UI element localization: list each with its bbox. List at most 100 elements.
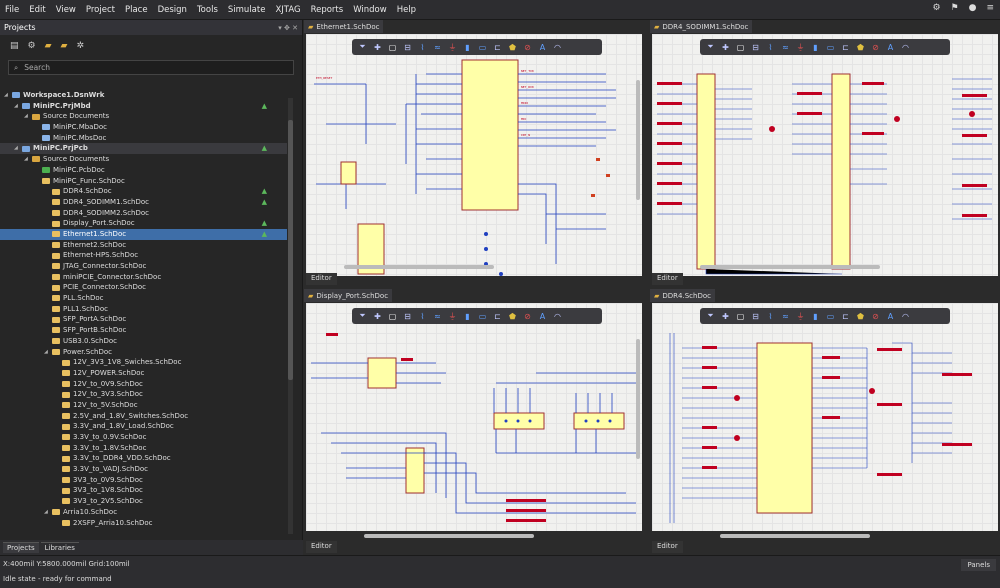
schematic-canvas[interactable] xyxy=(652,34,998,276)
horizontal-scrollbar[interactable] xyxy=(344,265,494,269)
filter-icon[interactable]: ⏷ xyxy=(358,311,367,321)
menu-icon[interactable]: ≡ xyxy=(986,3,994,13)
tree-item[interactable]: Ethernet1.SchDoc ▲ xyxy=(0,228,287,240)
document-tab[interactable]: ▰ Display_Port.SchDoc xyxy=(304,289,393,302)
document-tab[interactable]: ▰ Ethernet1.SchDoc xyxy=(304,20,384,33)
wire-icon[interactable]: ⌇ xyxy=(766,312,775,321)
search-input[interactable]: ⌕ Search xyxy=(8,60,294,75)
text-icon[interactable]: A xyxy=(538,312,547,321)
tree-item[interactable]: PLL.SchDoc xyxy=(0,293,287,304)
align-icon[interactable]: ⊟ xyxy=(403,43,412,52)
tree-item[interactable]: SFP_PortB.SchDoc xyxy=(0,325,287,336)
port-icon[interactable]: ⊏ xyxy=(493,43,502,52)
wire-icon[interactable]: ⌇ xyxy=(418,312,427,321)
filter-icon[interactable]: ⏷ xyxy=(358,42,367,52)
tree-item[interactable]: ◢ Arria10.SchDoc xyxy=(0,507,287,518)
part-icon[interactable]: ▮ xyxy=(463,312,472,321)
menu-project[interactable]: Project xyxy=(81,0,120,20)
no-erc-icon[interactable]: ⊘ xyxy=(871,43,880,52)
arc-icon[interactable]: ◠ xyxy=(901,312,910,321)
editor-tab[interactable]: Editor xyxy=(306,273,337,285)
tree-item[interactable]: miniPCIE_Connector.SchDoc xyxy=(0,272,287,283)
menu-tools[interactable]: Tools xyxy=(192,0,223,20)
tree-scroll-thumb[interactable] xyxy=(288,120,293,380)
panel-tab-projects[interactable]: Projects xyxy=(3,542,39,553)
text-icon[interactable]: A xyxy=(538,43,547,52)
arc-icon[interactable]: ◠ xyxy=(553,43,562,52)
tree-item[interactable]: 3.3V_and_1.8V_Load.SchDoc xyxy=(0,421,287,432)
part-icon[interactable]: ▮ xyxy=(463,43,472,52)
gear-icon[interactable]: ⚙ xyxy=(932,3,940,13)
tree-item[interactable]: 12V_to_5V.SchDoc xyxy=(0,400,287,411)
menu-design[interactable]: Design xyxy=(153,0,192,20)
menu-view[interactable]: View xyxy=(51,0,81,20)
sheet-entry-icon[interactable]: ⬟ xyxy=(508,43,517,52)
tree-item[interactable]: 12V_POWER.SchDoc xyxy=(0,368,287,379)
net-label-icon[interactable]: ▭ xyxy=(478,43,487,52)
notifications-icon[interactable]: ⚑ xyxy=(951,3,959,13)
select-icon[interactable]: ▢ xyxy=(736,43,745,52)
vertical-scrollbar[interactable] xyxy=(636,80,640,200)
part-icon[interactable]: ▮ xyxy=(811,43,820,52)
tree-item[interactable]: 12V_3V3_1V8_Swiches.SchDoc xyxy=(0,357,287,368)
document-tab[interactable]: ▰ DDR4.SchDoc xyxy=(650,289,715,302)
tree-item[interactable]: Ethernet-HPS.SchDoc xyxy=(0,250,287,261)
arc-icon[interactable]: ◠ xyxy=(553,312,562,321)
bus-icon[interactable]: ≈ xyxy=(781,312,790,321)
tree-item[interactable]: MiniPC.MbaDoc xyxy=(0,122,287,133)
editor-tab[interactable]: Editor xyxy=(306,541,337,553)
tree-item[interactable]: ◢ Source Documents xyxy=(0,111,287,122)
user-icon[interactable]: ● xyxy=(969,3,977,13)
net-label-icon[interactable]: ▭ xyxy=(826,312,835,321)
tree-item[interactable]: 3V3_to_1V8.SchDoc xyxy=(0,485,287,496)
document-tab[interactable]: ▰ DDR4_SODIMM1.SchDoc xyxy=(650,20,753,33)
tree-item[interactable]: DDR4_SODIMM1.SchDoc ▲ xyxy=(0,197,287,208)
wire-icon[interactable]: ⌇ xyxy=(766,43,775,52)
bus-icon[interactable]: ≈ xyxy=(433,43,442,52)
schematic-canvas[interactable]: NET_TX0 NET_RX0 MDIO MDC INT_N ETH_RESET xyxy=(306,34,642,276)
menu-edit[interactable]: Edit xyxy=(24,0,50,20)
tree-item[interactable]: DDR4.SchDoc ▲ xyxy=(0,186,287,197)
open-folder-icon[interactable]: ▰ xyxy=(45,41,52,51)
part-icon[interactable]: ▮ xyxy=(811,312,820,321)
menu-help[interactable]: Help xyxy=(392,0,421,20)
text-icon[interactable]: A xyxy=(886,43,895,52)
tree-item[interactable]: 3.3V_to_DDR4_VDD.SchDoc xyxy=(0,453,287,464)
tree-item[interactable]: USB3.0.SchDoc xyxy=(0,336,287,347)
filter-icon[interactable]: ⏷ xyxy=(706,311,715,321)
text-icon[interactable]: A xyxy=(886,312,895,321)
tree-item[interactable]: 3.3V_to_0.9V.SchDoc xyxy=(0,432,287,443)
net-label-icon[interactable]: ▭ xyxy=(826,43,835,52)
menu-place[interactable]: Place xyxy=(120,0,153,20)
horizontal-scrollbar[interactable] xyxy=(364,534,534,538)
power-icon[interactable]: ⏚ xyxy=(796,42,805,53)
tree-item[interactable]: DDR4_SODIMM2.SchDoc xyxy=(0,208,287,219)
project-options-icon[interactable]: ⚙ xyxy=(28,41,36,51)
select-icon[interactable]: ▢ xyxy=(736,312,745,321)
align-icon[interactable]: ⊟ xyxy=(751,43,760,52)
tree-item[interactable]: 2.5V_and_1.8V_Switches.SchDoc xyxy=(0,411,287,422)
sheet-entry-icon[interactable]: ⬟ xyxy=(508,312,517,321)
arc-icon[interactable]: ◠ xyxy=(901,43,910,52)
schematic-canvas[interactable] xyxy=(306,303,642,531)
move-icon[interactable]: ✚ xyxy=(373,312,382,321)
gear-icon[interactable]: ✲ xyxy=(76,41,84,51)
port-icon[interactable]: ⊏ xyxy=(841,43,850,52)
no-erc-icon[interactable]: ⊘ xyxy=(523,312,532,321)
sheet-entry-icon[interactable]: ⬟ xyxy=(856,312,865,321)
move-icon[interactable]: ✚ xyxy=(721,43,730,52)
tree-item[interactable]: Display_Port.SchDoc ▲ xyxy=(0,218,287,229)
align-icon[interactable]: ⊟ xyxy=(751,312,760,321)
tree-item[interactable]: 12V_to_3V3.SchDoc xyxy=(0,389,287,400)
horizontal-scrollbar[interactable] xyxy=(720,534,870,538)
menu-reports[interactable]: Reports xyxy=(306,0,349,20)
schematic-canvas[interactable] xyxy=(652,303,998,531)
move-icon[interactable]: ✚ xyxy=(373,43,382,52)
bus-icon[interactable]: ≈ xyxy=(433,312,442,321)
horizontal-scrollbar[interactable] xyxy=(700,265,880,269)
filter-icon[interactable]: ⏷ xyxy=(706,42,715,52)
tree-item[interactable]: MiniPC.MbsDoc xyxy=(0,133,287,144)
tree-item[interactable]: 3.3V_to_VADJ.SchDoc xyxy=(0,464,287,475)
tree-item[interactable]: 2XSFP_Arria10.SchDoc xyxy=(0,518,287,529)
tree-item[interactable]: 3V3_to_2V5.SchDoc xyxy=(0,496,287,507)
